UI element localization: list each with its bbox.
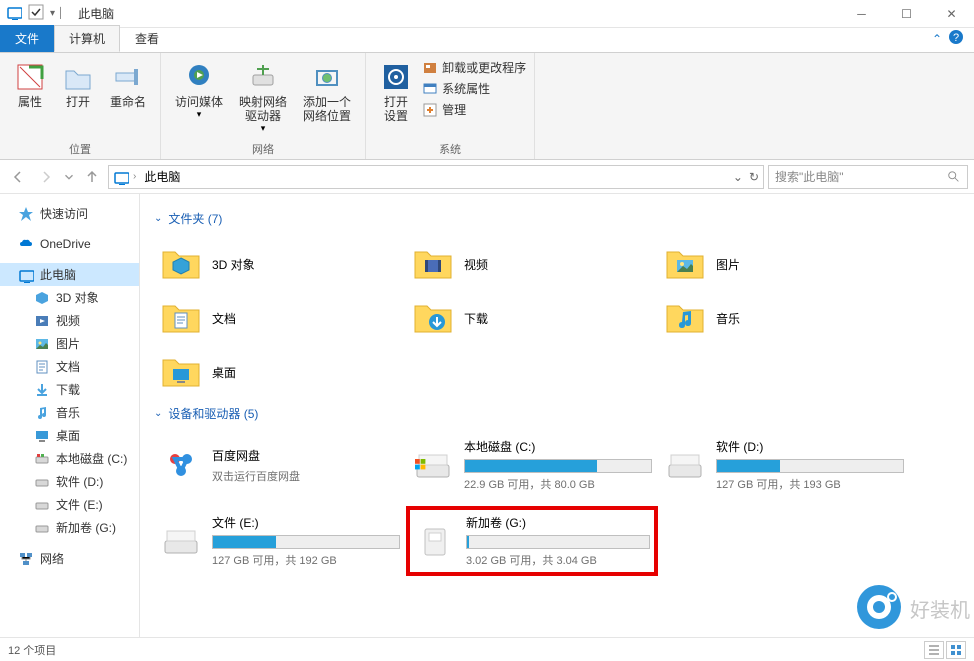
map-drive-button[interactable]: 映射网络 驱动器▾ (233, 57, 293, 139)
qat-dropdown-icon[interactable]: ▾ │ (50, 8, 64, 19)
address-bar[interactable]: › 此电脑 ⌄↻ (108, 165, 764, 189)
tab-view[interactable]: 查看 (120, 25, 174, 52)
ribbon-collapse-icon[interactable]: ⌃ (932, 32, 942, 46)
nav-videos[interactable]: 视频 (0, 309, 139, 332)
drive-g[interactable]: 新加卷 (G:)3.02 GB 可用，共 3.04 GB (406, 506, 658, 576)
open-settings-button[interactable]: 打开 设置 (374, 57, 418, 139)
addr-dropdown-icon[interactable]: ⌄ (733, 170, 743, 184)
nav-3d-objects[interactable]: 3D 对象 (0, 286, 139, 309)
window-title: 此电脑 (70, 5, 114, 22)
nav-up-button[interactable] (80, 165, 104, 189)
ribbon-group-location: 位置 (8, 139, 152, 157)
search-icon (947, 170, 961, 184)
folder-desktop[interactable]: 桌面 (154, 345, 406, 399)
nav-recent-button[interactable] (62, 165, 76, 189)
nav-onedrive[interactable]: OneDrive (0, 233, 139, 255)
folder-pictures[interactable]: 图片 (658, 237, 910, 291)
refresh-icon[interactable]: ↻ (749, 170, 759, 184)
view-details-button[interactable] (924, 641, 944, 659)
group-folders[interactable]: ⌄文件夹 (7) (154, 210, 960, 227)
group-devices[interactable]: ⌄设备和驱动器 (5) (154, 405, 960, 422)
ribbon: 属性 打开 重命名 位置 访问媒体▾ 映射网络 驱动器▾ 添加一个 网络位置 网… (0, 52, 974, 160)
breadcrumb[interactable]: 此电脑 (140, 168, 184, 185)
navbar: › 此电脑 ⌄↻ 搜索"此电脑" (0, 160, 974, 194)
drive-c[interactable]: 本地磁盘 (C:)22.9 GB 可用，共 80.0 GB (406, 432, 658, 498)
view-tiles-button[interactable] (946, 641, 966, 659)
nav-documents[interactable]: 文档 (0, 355, 139, 378)
maximize-button[interactable]: ☐ (884, 0, 929, 28)
status-bar: 12 个项目 (0, 637, 974, 661)
uninstall-button[interactable]: 卸载或更改程序 (422, 59, 526, 76)
pc-icon (113, 169, 129, 185)
nav-drive-g[interactable]: 新加卷 (G:) (0, 516, 139, 539)
manage-button[interactable]: 管理 (422, 101, 526, 118)
close-button[interactable]: ✕ (929, 0, 974, 28)
drive-e[interactable]: 文件 (E:)127 GB 可用，共 192 GB (154, 506, 406, 576)
watermark-text: 好装机 (910, 594, 970, 623)
folder-3d-objects[interactable]: 3D 对象 (154, 237, 406, 291)
open-button[interactable]: 打开 (56, 57, 100, 139)
sysprops-button[interactable]: 系统属性 (422, 80, 526, 97)
nav-back-button[interactable] (6, 165, 30, 189)
tab-computer[interactable]: 计算机 (54, 25, 120, 52)
ribbon-group-network: 网络 (169, 139, 357, 157)
properties-button[interactable]: 属性 (8, 57, 52, 139)
search-input[interactable]: 搜索"此电脑" (768, 165, 968, 189)
nav-forward-button[interactable] (34, 165, 58, 189)
titlebar: ▾ │ 此电脑 ─ ☐ ✕ (0, 0, 974, 28)
svg-text:?: ? (953, 32, 959, 44)
nav-quick-access[interactable]: 快速访问 (0, 202, 139, 225)
pc-icon (6, 4, 22, 23)
help-icon[interactable]: ? (948, 29, 964, 48)
nav-this-pc[interactable]: 此电脑 (0, 263, 139, 286)
nav-pictures[interactable]: 图片 (0, 332, 139, 355)
access-media-button[interactable]: 访问媒体▾ (169, 57, 229, 139)
folder-downloads[interactable]: 下载 (406, 291, 658, 345)
nav-desktop[interactable]: 桌面 (0, 424, 139, 447)
ribbon-group-system: 系统 (374, 139, 526, 157)
tab-file[interactable]: 文件 (0, 25, 54, 52)
rename-button[interactable]: 重命名 (104, 57, 152, 139)
drive-d[interactable]: 软件 (D:)127 GB 可用，共 193 GB (658, 432, 910, 498)
nav-drive-e[interactable]: 文件 (E:) (0, 493, 139, 516)
nav-network[interactable]: 网络 (0, 547, 139, 570)
nav-drive-d[interactable]: 软件 (D:) (0, 470, 139, 493)
ribbon-tabs: 文件 计算机 查看 ⌃ ? (0, 28, 974, 52)
qat-check-icon[interactable] (28, 4, 44, 23)
item-count: 12 个项目 (8, 642, 56, 658)
watermark-logo-icon (854, 582, 904, 635)
folder-documents[interactable]: 文档 (154, 291, 406, 345)
nav-downloads[interactable]: 下载 (0, 378, 139, 401)
minimize-button[interactable]: ─ (839, 0, 884, 28)
drive-baidu[interactable]: 百度网盘双击运行百度网盘 (154, 432, 406, 498)
folder-videos[interactable]: 视频 (406, 237, 658, 291)
navigation-pane: 快速访问 OneDrive 此电脑 3D 对象 视频 图片 文档 下载 音乐 桌… (0, 194, 140, 654)
nav-music[interactable]: 音乐 (0, 401, 139, 424)
add-location-button[interactable]: 添加一个 网络位置 (297, 57, 357, 139)
content-pane: ⌄文件夹 (7) 3D 对象 视频 图片 文档 下载 音乐 桌面 ⌄设备和驱动器… (140, 194, 974, 654)
folder-music[interactable]: 音乐 (658, 291, 910, 345)
nav-drive-c[interactable]: 本地磁盘 (C:) (0, 447, 139, 470)
